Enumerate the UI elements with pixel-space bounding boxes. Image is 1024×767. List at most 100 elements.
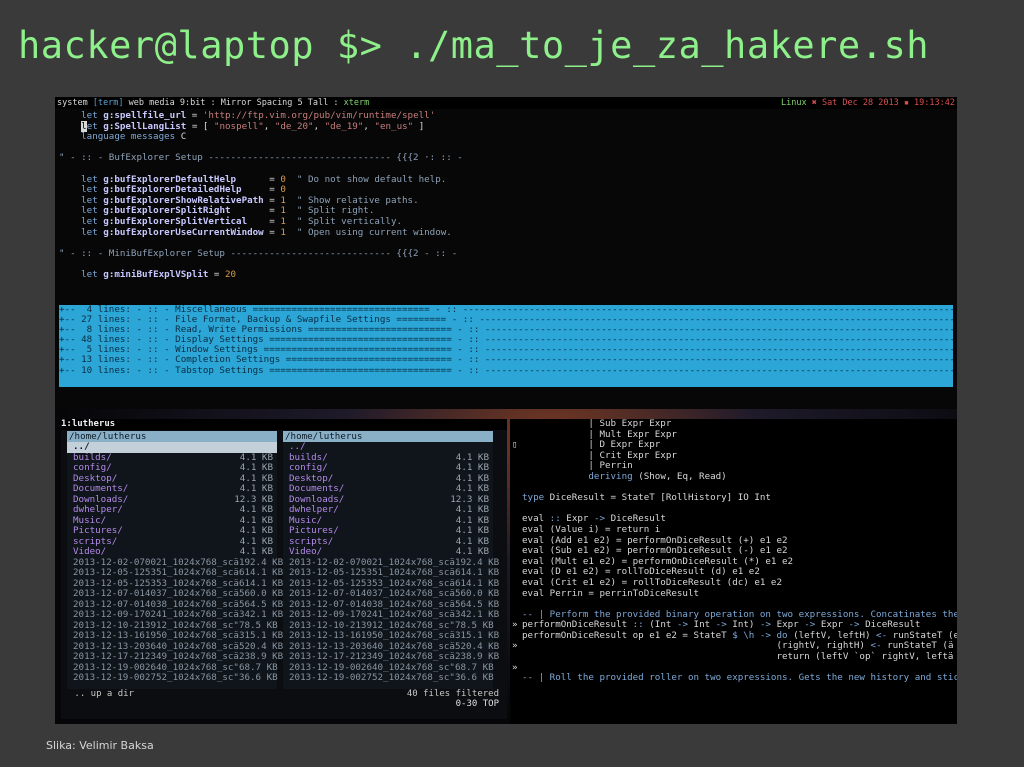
entry-size: 315.1 KB [238,630,284,641]
entry-name: dwhelper/ [73,504,123,515]
code-line-segment: eval (Crit e1 e2) = rollToDiceResult (dc… [522,576,782,588]
directory-row[interactable]: ../ [283,441,493,453]
directory-row[interactable]: ../ [67,441,277,453]
vim-line-segment: " Split vertically. [285,215,403,227]
entry-name: dwhelper/ [289,504,339,515]
vim-fold-line[interactable]: +-- 10 lines: - :: - Tabstop Settings ==… [59,365,953,376]
workspace-list[interactable]: system [term] web media 9:bit : Mirror S… [57,97,369,109]
vim-line-segment [59,269,81,280]
vim-line-segment: "nospell" [213,120,264,132]
status-bar: system [term] web media 9:bit : Mirror S… [55,97,957,109]
file-row[interactable]: 2013-12-07-014037_1024x768_scä 560.0 KB [283,588,499,600]
vim-line: " - :: - BufExplorer Setup -------------… [59,153,953,164]
directory-row[interactable]: dwhelper/4.1 KB [283,504,493,516]
file-column-right[interactable]: /home/lutherus ../builds/4.1 KB config/4.1… [283,431,499,689]
entry-name: 2013-12-19-002752_1024x768_sc" [73,672,239,683]
entry-name: 2013-12-07-014037_1024x768_scä [73,588,239,599]
vim-line-segment: g:bufExplorerSplitRight [103,205,231,217]
directory-row[interactable]: config/4.1 KB [67,462,277,474]
vim-line-segment [59,227,81,238]
vim-line-segment: let [81,110,104,121]
code-line-segment: Int [688,619,716,631]
vim-line-segment: " Split right. [285,205,375,217]
vim-line-segment: "de_19" [324,120,364,132]
file-manager-tab[interactable]: 1:lutherus [61,419,507,430]
file-row[interactable]: 2013-12-05-125351_1024x768_scä 614.1 KB [283,567,499,579]
code-line: deriving (Show, Eq, Read) [510,470,957,483]
desktop-screenshot: system [term] web media 9:bit : Mirror S… [55,97,957,724]
file-column-left[interactable]: /home/lutherus ../builds/4.1 KB config/4.1… [67,431,283,689]
file-row[interactable]: 2013-12-09-170241_1024x768_scä 342.1 KB [67,609,283,621]
entry-size: 238.9 KB [454,651,500,662]
entry-size: 4.1 KB [455,504,489,515]
column-path-header: /home/lutherus [67,431,277,442]
code-line-segment: Expr [815,619,849,631]
vim-line-segment: , [263,120,275,132]
vim-line-segment: = [208,268,225,280]
vim-line-segment: , [313,120,325,132]
entry-size: 4.1 KB [455,483,489,494]
directory-row[interactable]: config/4.1 KB [283,462,493,474]
vim-line-segment [59,205,81,216]
code-line: -- | Roll the provided roller on two exp… [510,672,957,684]
file-row[interactable]: 2013-12-17-212349_1024x768_scä 238.9 KB [283,651,499,663]
code-line-segment: -- | Roll the provided roller on two exp… [522,672,957,684]
code-line-segment: deriving [588,470,633,482]
file-row[interactable]: 2013-12-05-125351_1024x768_scä 614.1 KB [67,567,283,579]
entry-size: 560.0 KB [238,588,284,599]
workspace-term[interactable]: [term] [93,98,124,108]
vim-line-segment [59,216,81,227]
vim-line-segment: g:bufExplorerSplitVertical [103,215,248,227]
directory-row[interactable]: Video/4.1 KB [283,546,493,558]
vim-line-segment: et [86,120,104,132]
code-line-segment: return (leftV `op` rightV, leftä [522,651,954,663]
code-line-segment: runStateT (ä [881,640,954,652]
code-line-segment: eval (Add e1 e2) = performOnDiceResult (… [522,534,788,546]
file-row[interactable]: 2013-12-19-002752_1024x768_sc" 36.6 KB [67,672,278,684]
haskell-editor-pane[interactable]: | Sub Expr Expr | Mult Expr Expr ▯ | D Ex… [510,419,957,724]
directory-row[interactable]: Video/4.1 KB [67,546,277,558]
entry-name: Video/ [73,546,107,557]
vim-line-segment: = [230,205,281,217]
vim-line: let g:miniBufExplVSplit = 20 [59,268,953,281]
entry-name: 2013-12-17-212349_1024x768_scä [73,651,239,662]
directory-row[interactable]: Documents/4.1 KB [67,483,277,495]
status-clock: Linux ✖ Sat Dec 28 2013 ▪ 19:13:42 [781,97,955,109]
entry-size: 4.1 KB [239,546,273,557]
vim-line-segment: let [81,215,104,227]
entry-size: 4.1 KB [455,462,489,473]
vim-line-segment: = [247,215,281,227]
file-row[interactable]: 2013-12-07-014037_1024x768_scä 560.0 KB [67,588,283,600]
up-a-dir-hint[interactable]: .. up a dir [69,689,134,699]
code-line-segment: $ \h -> do [732,629,788,641]
file-row[interactable]: 2013-12-09-170241_1024x768_scä 342.1 KB [283,609,499,621]
code-line-segment: -> [676,619,688,631]
directory-row[interactable]: Pictures/4.1 KB [67,525,277,537]
slide-title: hacker@laptop $> ./ma_to_je_za_hakere.sh [18,24,930,67]
file-row[interactable]: 2013-12-13-161950_1024x768_scä 315.1 KB [283,630,499,642]
vim-line-segment: g:bufExplorerShowRelativePath [103,194,264,206]
code-line-segment: -> [848,619,860,631]
directory-row[interactable]: Pictures/4.1 KB [283,525,493,537]
directory-row[interactable]: dwhelper/4.1 KB [67,504,277,516]
code-line-segment: -> [715,619,727,631]
directory-row[interactable]: Documents/4.1 KB [283,483,493,495]
entry-size: 36.6 KB [238,672,278,683]
entry-size: 614.1 KB [238,567,284,578]
workspace-system[interactable]: system [57,98,93,108]
line-marker: » [512,640,518,652]
vim-line-segment: = [186,110,203,121]
vim-fold-list[interactable]: +-- 4 lines: - :: - Miscellaneous ======… [59,305,953,387]
file-row[interactable]: 2013-12-13-161950_1024x768_scä 315.1 KB [67,630,283,642]
file-row[interactable]: 2013-12-17-212349_1024x768_scä 238.9 KB [67,651,283,663]
entry-size: 342.1 KB [238,609,284,620]
code-line-segment: DiceResult [605,513,666,525]
workspace-rest[interactable]: web media 9:bit : Mirror Spacing 5 Tall … [124,98,344,108]
vim-line-segment: 20 [225,268,237,280]
vim-line-segment: " Open using current window. [285,226,452,238]
line-marker: » [512,661,518,673]
file-row[interactable]: 2013-12-19-002752_1024x768_sc" 36.6 KB [283,672,494,684]
code-line-segment: performOnDiceResult [522,619,633,631]
vim-line-segment: let [81,194,104,206]
code-line-segment: DiceResult [859,619,921,631]
